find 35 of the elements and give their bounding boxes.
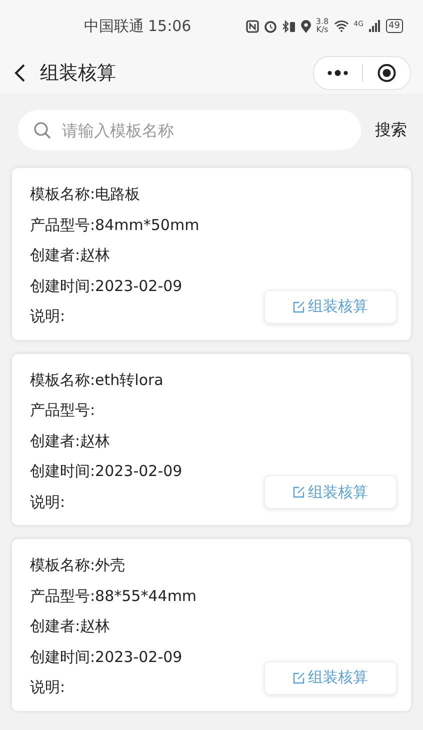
wifi-icon (334, 20, 349, 32)
edit-icon (293, 486, 305, 498)
field-text: 模板名称:电路板 (30, 184, 140, 205)
edit-icon (293, 300, 305, 312)
field-text: 模板名称:外壳 (30, 555, 126, 576)
clock-time: 15:06 (148, 16, 192, 36)
assembly-cost-button[interactable]: 组装核算 (264, 475, 397, 509)
alarm-icon (264, 20, 277, 32)
search-field[interactable]: 请输入模板名称 (18, 110, 361, 150)
field-text: 创建时间:2023-02-09 (30, 461, 182, 482)
field-text: 产品型号:84mm*50mm (30, 214, 200, 236)
field-text: 产品型号:88*55*44mm (30, 586, 197, 606)
battery-level: 49 (386, 19, 403, 33)
search-button[interactable]: 搜索 (375, 120, 407, 140)
field-text: 创建者:赵林 (30, 616, 110, 637)
field-text: 创建者:赵林 (30, 245, 110, 266)
carrier-name: 中国联通 (84, 16, 144, 36)
nfc-icon (246, 20, 259, 32)
edit-icon (293, 672, 305, 684)
field-text: 创建时间:2023-02-09 (30, 646, 182, 668)
page-title: 组装核算 (40, 61, 117, 86)
field-text: 创建时间:2023-02-09 (30, 276, 182, 296)
field-text: 创建者:赵林 (30, 430, 110, 452)
field-text: 说明: (30, 306, 66, 327)
field-text: 产品型号: (30, 400, 96, 421)
field-text: 说明: (30, 492, 66, 512)
back-icon[interactable] (14, 63, 26, 83)
field-text: 说明: (30, 677, 66, 698)
assembly-cost-button[interactable]: 组装核算 (264, 660, 397, 694)
network-speed: 3.8 K/s (316, 18, 329, 34)
signal-icon (368, 20, 381, 32)
assembly-cost-button[interactable]: 组装核算 (264, 290, 397, 324)
bluetooth-icon (282, 20, 296, 32)
field-text: 模板名称:eth转lora (30, 370, 164, 390)
location-icon (300, 20, 311, 32)
